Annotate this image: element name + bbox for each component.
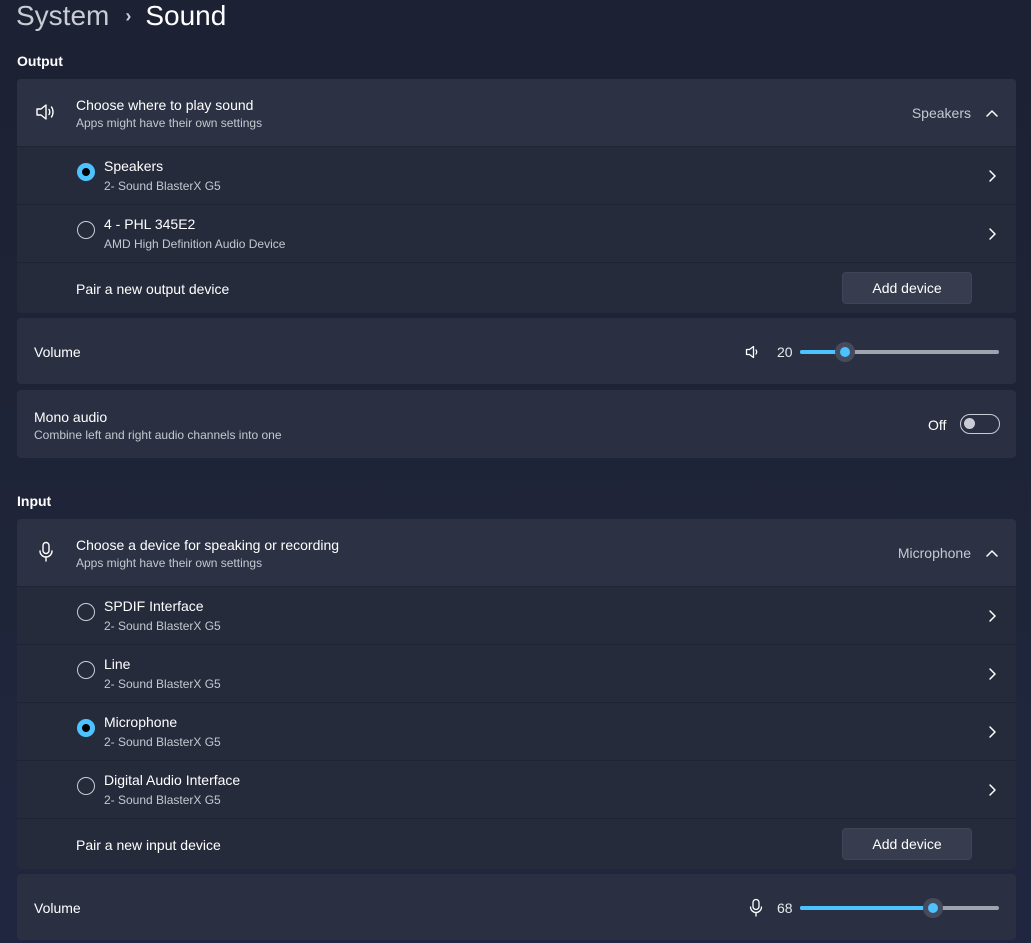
input-volume-value: 68 — [777, 900, 793, 916]
device-subtitle: 2- Sound BlasterX G5 — [104, 793, 221, 807]
radio-unselected[interactable] — [77, 221, 95, 239]
output-volume-value: 20 — [777, 344, 793, 360]
input-volume-thumb[interactable] — [923, 898, 943, 918]
input-volume-fill — [800, 906, 933, 910]
chevron-up-icon[interactable] — [984, 545, 1000, 561]
output-volume-card: Volume 20 — [17, 318, 1016, 384]
device-subtitle: 2- Sound BlasterX G5 — [104, 677, 221, 691]
input-chooser-title: Choose a device for speaking or recordin… — [76, 537, 340, 553]
input-volume-label: Volume — [34, 900, 81, 916]
add-input-device-button[interactable]: Add device — [842, 828, 972, 860]
mono-audio-card: Mono audio Combine left and right audio … — [17, 390, 1016, 458]
microphone-icon[interactable] — [744, 896, 768, 920]
device-subtitle: AMD High Definition Audio Device — [104, 237, 286, 251]
device-name: Microphone — [104, 714, 178, 730]
mono-audio-toggle[interactable] — [960, 414, 1000, 434]
input-chooser-subtitle: Apps might have their own settings — [76, 556, 263, 570]
chevron-right-icon[interactable] — [984, 782, 1000, 798]
chevron-right-icon[interactable] — [984, 226, 1000, 242]
microphone-icon — [34, 540, 58, 564]
radio-selected[interactable] — [77, 163, 95, 181]
output-device-phl[interactable]: 4 - PHL 345E2 AMD High Definition Audio … — [17, 204, 1016, 262]
output-section-title: Output — [17, 53, 63, 69]
output-device-speakers[interactable]: Speakers 2- Sound BlasterX G5 — [17, 146, 1016, 204]
radio-unselected[interactable] — [77, 777, 95, 795]
chevron-right-icon[interactable] — [984, 724, 1000, 740]
breadcrumb-separator: › — [125, 5, 132, 26]
input-section-title: Input — [17, 493, 52, 509]
chevron-right-icon[interactable] — [984, 608, 1000, 624]
input-device-microphone[interactable]: Microphone 2- Sound BlasterX G5 — [17, 702, 1016, 760]
chevron-right-icon[interactable] — [984, 666, 1000, 682]
page-title: Sound — [145, 0, 227, 31]
pair-output-label: Pair a new output device — [76, 281, 230, 297]
device-name: Digital Audio Interface — [104, 772, 241, 788]
breadcrumb: System › Sound — [16, 0, 226, 38]
mono-audio-title: Mono audio — [34, 409, 108, 425]
output-chooser-title: Choose where to play sound — [76, 97, 254, 113]
output-volume-thumb[interactable] — [835, 342, 855, 362]
input-device-line[interactable]: Line 2- Sound BlasterX G5 — [17, 644, 1016, 702]
add-output-device-button[interactable]: Add device — [842, 272, 972, 304]
output-chooser-header[interactable]: Choose where to play sound Apps might ha… — [17, 79, 1016, 146]
breadcrumb-system[interactable]: System — [16, 0, 109, 32]
radio-unselected[interactable] — [77, 603, 95, 621]
device-subtitle: 2- Sound BlasterX G5 — [104, 179, 221, 193]
speaker-icon[interactable] — [741, 340, 765, 364]
output-volume-label: Volume — [34, 344, 81, 360]
mono-audio-state: Off — [928, 417, 947, 433]
device-subtitle: 2- Sound BlasterX G5 — [104, 619, 221, 633]
output-chooser-subtitle: Apps might have their own settings — [76, 116, 263, 130]
output-device-card: Choose where to play sound Apps might ha… — [17, 79, 1016, 313]
input-device-card: Choose a device for speaking or recordin… — [17, 519, 1016, 869]
chevron-right-icon[interactable] — [984, 168, 1000, 184]
input-device-digital-audio[interactable]: Digital Audio Interface 2- Sound Blaster… — [17, 760, 1016, 818]
radio-selected[interactable] — [77, 719, 95, 737]
pair-input-label: Pair a new input device — [76, 837, 221, 853]
radio-unselected[interactable] — [77, 661, 95, 679]
input-chooser-header[interactable]: Choose a device for speaking or recordin… — [17, 519, 1016, 586]
input-device-spdif[interactable]: SPDIF Interface 2- Sound BlasterX G5 — [17, 586, 1016, 644]
mono-audio-subtitle: Combine left and right audio channels in… — [34, 428, 282, 442]
input-volume-card: Volume 68 — [17, 874, 1016, 940]
pair-output-row: Pair a new output device Add device — [17, 262, 1016, 313]
device-name: 4 - PHL 345E2 — [104, 216, 196, 232]
device-name: Speakers — [104, 158, 164, 174]
output-selected-value: Speakers — [911, 105, 971, 121]
speaker-icon — [34, 100, 58, 124]
device-name: Line — [104, 656, 131, 672]
device-name: SPDIF Interface — [104, 598, 204, 614]
chevron-up-icon[interactable] — [984, 105, 1000, 121]
device-subtitle: 2- Sound BlasterX G5 — [104, 735, 221, 749]
pair-input-row: Pair a new input device Add device — [17, 818, 1016, 869]
input-selected-value: Microphone — [897, 545, 971, 561]
